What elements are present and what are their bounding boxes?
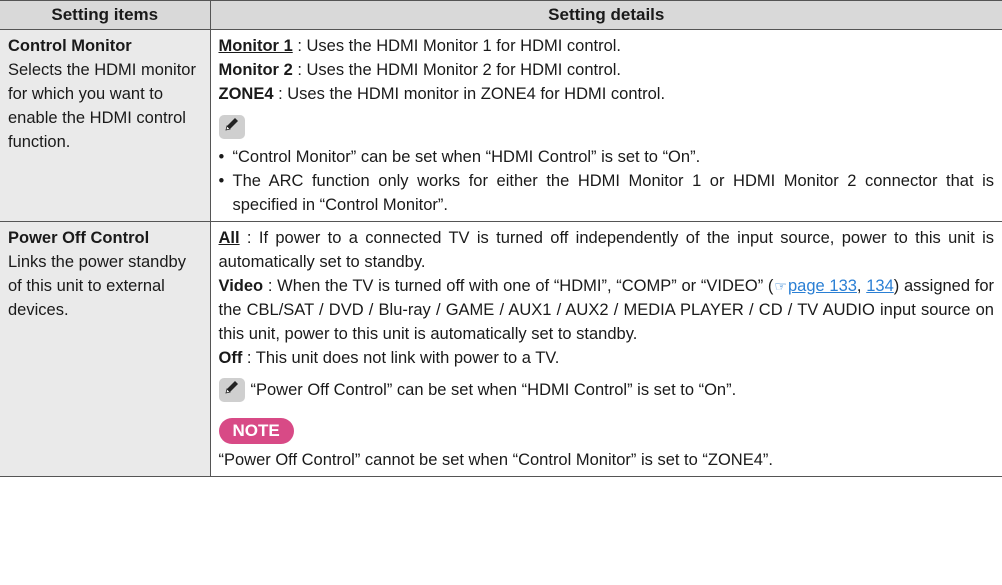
option-text: : If power to a connected TV is turned o… <box>218 228 995 271</box>
table-row: Power Off Control Links the power standb… <box>0 221 1002 478</box>
item-description: Links the power standby of this unit to … <box>8 252 186 319</box>
setting-item-cell: Control Monitor Selects the HDMI monitor… <box>0 29 211 222</box>
setting-item-cell: Power Off Control Links the power standb… <box>0 221 211 478</box>
option-term: Monitor 2 <box>218 61 293 79</box>
option-term: Monitor 1 <box>218 37 293 55</box>
pencil-icon <box>218 378 245 403</box>
option-line: Video : When the TV is turned off with o… <box>218 276 995 343</box>
note-badge: NOTE <box>218 418 294 445</box>
option-term: All <box>218 228 240 247</box>
note-bullet: • “Control Monitor” can be set when “HDMI… <box>218 147 701 166</box>
option-line: Monitor 2 : Uses the HDMI Monitor 2 for … <box>219 58 995 82</box>
header-setting-items: Setting items <box>0 0 211 30</box>
table-row: Control Monitor Selects the HDMI monitor… <box>0 29 1002 222</box>
page-link-134[interactable]: 134 <box>866 277 894 295</box>
item-title: Power Off Control <box>8 228 150 247</box>
settings-table: Setting items Setting details Control Mo… <box>0 0 1002 478</box>
note-text: “Power Off Control” cannot be set when “… <box>218 451 773 470</box>
option-term: Video <box>218 276 264 295</box>
option-term: ZONE4 <box>218 85 274 103</box>
option-text: : Uses the HDMI Monitor 1 for HDMI contr… <box>292 37 622 55</box>
memo-block <box>218 114 995 139</box>
item-description: Selects the HDMI monitor for which you w… <box>8 61 196 151</box>
option-text: : This unit does not link with power to … <box>242 348 560 367</box>
setting-detail-cell: Monitor 1 : Uses the HDMI Monitor 1 for … <box>210 29 1002 222</box>
option-line: Off : This unit does not link with power… <box>219 346 995 370</box>
option-text: : Uses the HDMI Monitor 2 for HDMI contr… <box>292 61 622 79</box>
pencil-icon <box>218 114 245 139</box>
option-line: All : If power to a connected TV is turn… <box>219 226 995 274</box>
memo-block: “Power Off Control” can be set when “HDM… <box>218 378 995 403</box>
header-row: Setting items Setting details <box>0 0 1002 30</box>
page-link-133[interactable]: page 133 <box>788 277 857 295</box>
setting-detail-cell: All : If power to a connected TV is turn… <box>210 221 1002 478</box>
note-bullet: • The ARC function only works for either … <box>218 171 995 214</box>
option-text: : When the TV is turned off with one of … <box>263 276 774 295</box>
memo-text: “Power Off Control” can be set when “HDM… <box>250 380 737 399</box>
item-title: Control Monitor <box>8 37 132 55</box>
option-text: : Uses the HDMI monitor in ZONE4 for HDM… <box>273 85 666 103</box>
option-line: ZONE4 : Uses the HDMI monitor in ZONE4 f… <box>219 82 995 106</box>
header-setting-details: Setting details <box>210 0 1002 30</box>
option-line: Monitor 1 : Uses the HDMI Monitor 1 for … <box>219 34 995 58</box>
pointing-hand-icon: ☞ <box>774 277 787 294</box>
option-term: Off <box>218 348 243 367</box>
